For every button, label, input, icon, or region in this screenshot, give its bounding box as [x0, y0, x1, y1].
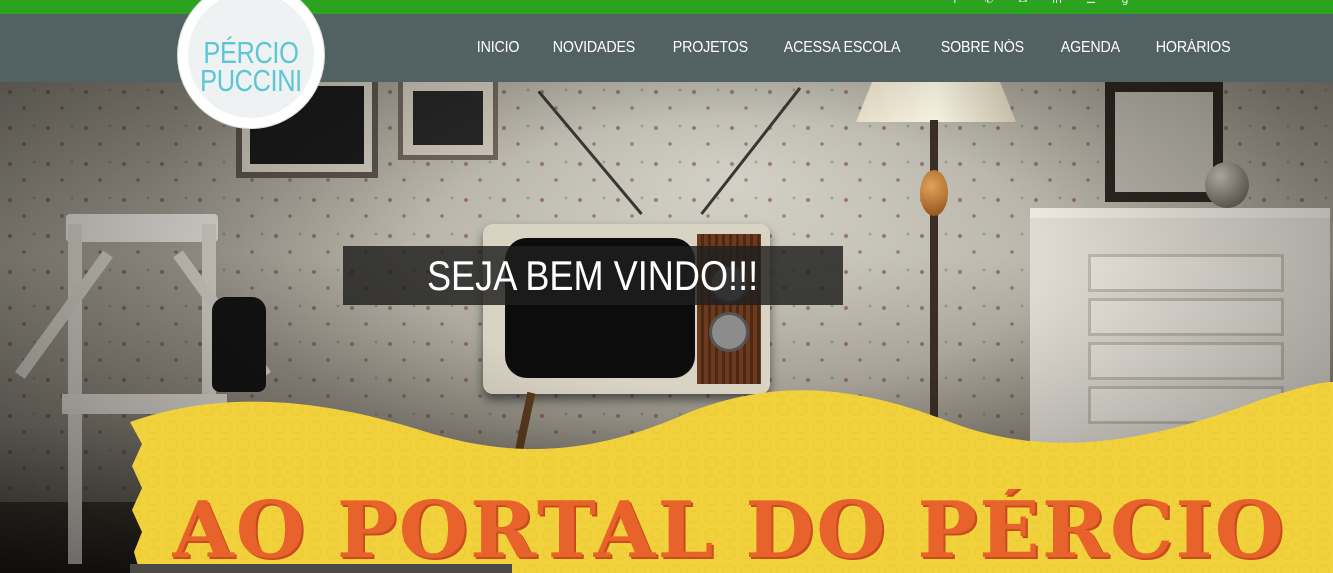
facebook-icon[interactable]: f — [948, 0, 962, 6]
phone-icon[interactable]: ✆ — [982, 0, 996, 6]
welcome-text: SEJA BEM VINDO!!! — [427, 251, 759, 299]
google-plus-icon[interactable]: g — [1118, 0, 1132, 6]
nav-item-agenda[interactable]: AGENDA — [1047, 39, 1134, 57]
logo-circle: PÉRCIO PUCCINI — [188, 0, 314, 118]
portal-banner-title: AO PORTAL DO PÉRCIO — [172, 489, 1322, 573]
welcome-box: SEJA BEM VINDO!!! — [343, 246, 843, 305]
portal-banner-text: AO PORTAL DO PÉRCIO — [172, 489, 1286, 573]
nav-item-novidades[interactable]: NOVIDADES — [539, 39, 649, 57]
nav-item-horarios[interactable]: HORÁRIOS — [1142, 39, 1244, 57]
nav-item-inicio[interactable]: INICIO — [463, 39, 533, 57]
linkedin-icon[interactable]: in — [1050, 0, 1064, 6]
main-nav: INICIO NOVIDADES PROJETOS ACESSA ESCOLA … — [463, 14, 1253, 82]
social-links: f ✆ ✉ in ☰ g — [948, 0, 1132, 6]
logo-line-2: PUCCINI — [200, 63, 302, 98]
slider-bar — [130, 564, 512, 573]
nav-item-projetos[interactable]: PROJETOS — [659, 39, 762, 57]
rss-icon[interactable]: ☰ — [1084, 0, 1098, 6]
nav-item-sobre-nos[interactable]: SOBRE NÓS — [927, 39, 1038, 57]
hero-slider: AO PORTAL DO PÉRCIO SEJA BEM VINDO!!! — [0, 82, 1333, 573]
email-icon[interactable]: ✉ — [1016, 0, 1030, 6]
nav-item-acessa-escola[interactable]: ACESSA ESCOLA — [770, 39, 914, 57]
